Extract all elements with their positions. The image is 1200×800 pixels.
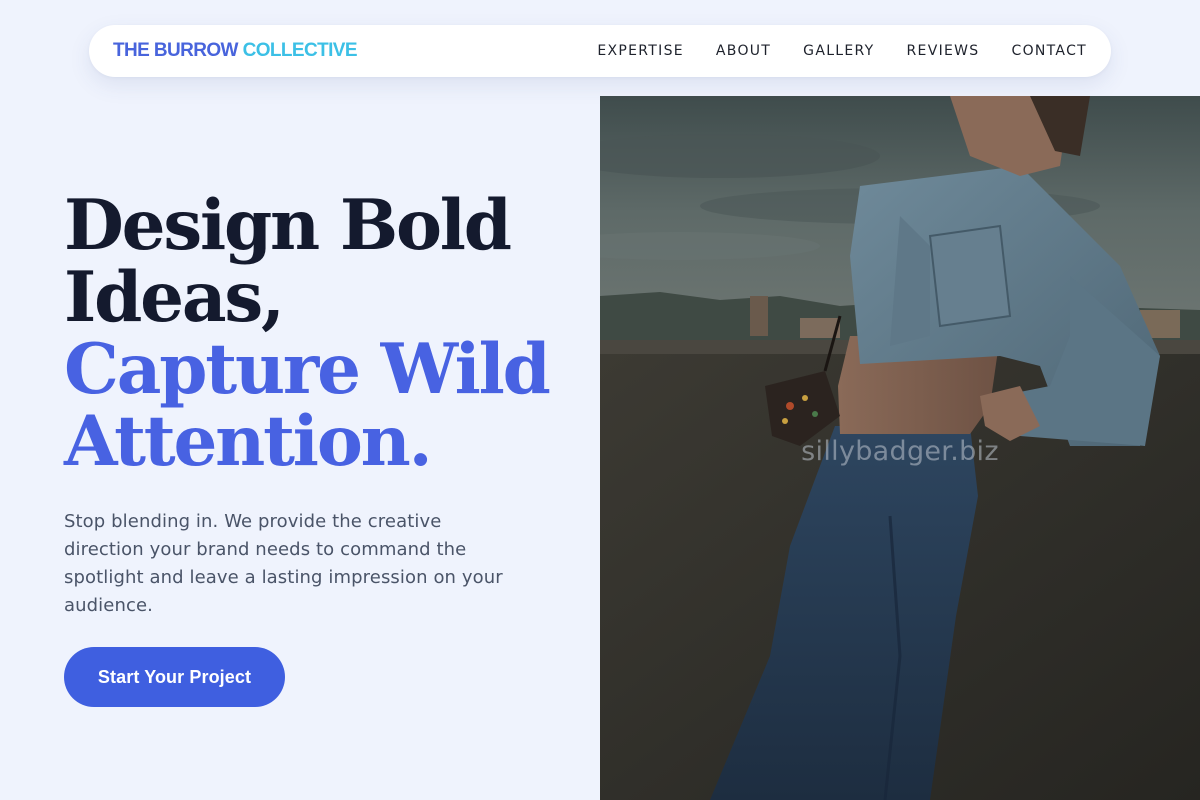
hero-photo: sillybadger.biz	[600, 96, 1200, 800]
hero-headline: Design Bold Ideas, Capture Wild Attentio…	[64, 190, 564, 478]
nav-link-about[interactable]: ABOUT	[716, 43, 771, 59]
brand-name-part-b: COLLECTIVE	[242, 40, 358, 61]
headline-line-1: Design Bold	[64, 185, 512, 266]
hero-text: Design Bold Ideas, Capture Wild Attentio…	[64, 190, 564, 620]
headline-line-4: Attention.	[64, 401, 433, 482]
nav-link-expertise[interactable]: EXPERTISE	[597, 43, 684, 59]
image-watermark: sillybadger.biz	[801, 436, 999, 467]
navbar: THE BURROW COLLECTIVE EXPERTISE ABOUT GA…	[89, 25, 1111, 77]
nav-link-reviews[interactable]: REVIEWS	[907, 43, 980, 59]
brand-name-part-a: THE BURROW	[113, 40, 238, 61]
nav-links: EXPERTISE ABOUT GALLERY REVIEWS CONTACT	[565, 43, 1087, 59]
brand-logo[interactable]: THE BURROW COLLECTIVE	[113, 40, 358, 62]
headline-line-3: Capture Wild	[64, 329, 551, 410]
start-project-button[interactable]: Start Your Project	[64, 647, 285, 707]
headline-line-2: Ideas,	[64, 257, 285, 338]
nav-link-contact[interactable]: CONTACT	[1012, 43, 1088, 59]
hero-subcopy: Stop blending in. We provide the creativ…	[64, 511, 503, 616]
nav-link-gallery[interactable]: GALLERY	[803, 43, 874, 59]
